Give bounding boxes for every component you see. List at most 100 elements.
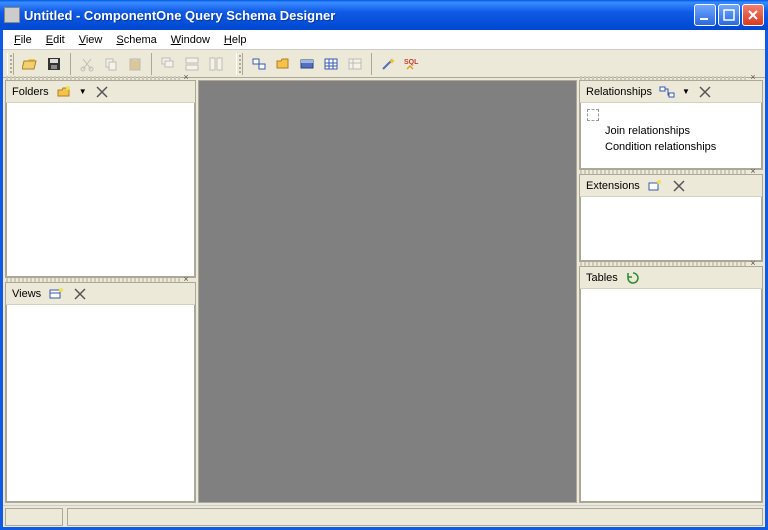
tile-vertical-button[interactable]: [204, 52, 228, 76]
relationship-new-icon: [659, 84, 675, 100]
sql-button[interactable]: SQL: [400, 52, 424, 76]
tables-panel: × Tables: [579, 266, 763, 503]
view-new-icon: [48, 286, 64, 302]
status-cell-1: [5, 508, 63, 526]
folders-body[interactable]: [6, 103, 195, 277]
menu-window[interactable]: Window: [164, 30, 217, 49]
svg-text:SQL: SQL: [404, 59, 419, 66]
left-column: × Folders ▼ × Views: [3, 78, 198, 505]
panel-grip[interactable]: [6, 278, 181, 282]
cascade-button[interactable]: [156, 52, 180, 76]
menu-view[interactable]: View: [72, 30, 110, 49]
toolbar-separator: [371, 53, 372, 75]
paste-icon: [127, 56, 143, 72]
relationships-body[interactable]: Join relationships Condition relationshi…: [580, 103, 762, 169]
folders-dropdown[interactable]: ▼: [79, 87, 87, 96]
maximize-button[interactable]: [718, 4, 740, 26]
copy-button[interactable]: [99, 52, 123, 76]
db-icon: [299, 56, 315, 72]
folders-delete-button[interactable]: [93, 83, 111, 101]
tree-root[interactable]: [587, 107, 755, 123]
views-body[interactable]: [6, 305, 195, 502]
tables-label: Tables: [586, 272, 618, 284]
menu-edit[interactable]: Edit: [39, 30, 72, 49]
tree-node-condition[interactable]: Condition relationships: [605, 139, 755, 155]
menu-bar: File Edit View Schema Window Help: [3, 30, 765, 50]
window-buttons: [694, 4, 764, 26]
relationships-add-button[interactable]: [658, 83, 676, 101]
folders-add-button[interactable]: [55, 83, 73, 101]
relationships-dropdown[interactable]: ▼: [682, 87, 690, 96]
extensions-body[interactable]: [580, 197, 762, 261]
delete-icon: [94, 84, 110, 100]
tables-header: Tables: [580, 267, 762, 289]
extensions-panel: × Extensions: [579, 174, 763, 262]
views-delete-button[interactable]: [71, 285, 89, 303]
schema-btn-4[interactable]: [319, 52, 343, 76]
toolbar-grip[interactable]: [236, 53, 243, 75]
extensions-delete-button[interactable]: [670, 177, 688, 195]
delete-icon: [72, 286, 88, 302]
views-add-button[interactable]: [47, 285, 65, 303]
folders-label: Folders: [12, 86, 49, 98]
window-title: Untitled - ComponentOne Query Schema Des…: [24, 8, 694, 23]
relationships-delete-button[interactable]: [696, 83, 714, 101]
delete-icon: [697, 84, 713, 100]
schema-btn-3[interactable]: [295, 52, 319, 76]
tree-root-icon: [587, 109, 599, 121]
toolbar: SQL: [3, 50, 765, 78]
extensions-header: Extensions: [580, 175, 762, 197]
tile-v-icon: [208, 56, 224, 72]
grid-icon: [323, 56, 339, 72]
close-button[interactable]: [742, 4, 764, 26]
tables-refresh-button[interactable]: [624, 269, 642, 287]
save-button[interactable]: [42, 52, 66, 76]
wizard-button[interactable]: [376, 52, 400, 76]
panel-grip[interactable]: [6, 76, 181, 80]
extension-new-icon: [647, 178, 663, 194]
tile-h-icon: [184, 56, 200, 72]
copy-icon: [103, 56, 119, 72]
folder-schema-icon: [275, 56, 291, 72]
table-multi-icon: [251, 56, 267, 72]
sql-icon: SQL: [404, 56, 420, 72]
folder-new-icon: [56, 84, 72, 100]
panel-grip[interactable]: [580, 76, 748, 80]
refresh-icon: [625, 270, 641, 286]
toolbar-separator: [70, 53, 71, 75]
status-bar: [3, 505, 765, 527]
relationships-panel: × Relationships ▼ Join relationships C: [579, 80, 763, 170]
scissors-icon: [79, 56, 95, 72]
folders-header: Folders ▼: [6, 81, 195, 103]
menu-file[interactable]: File: [7, 30, 39, 49]
paste-button[interactable]: [123, 52, 147, 76]
panel-grip[interactable]: [580, 170, 748, 174]
views-panel: × Views: [5, 282, 196, 503]
relationships-label: Relationships: [586, 86, 652, 98]
schema-btn-2[interactable]: [271, 52, 295, 76]
views-label: Views: [12, 288, 41, 300]
floppy-icon: [46, 56, 62, 72]
schema-btn-1[interactable]: [247, 52, 271, 76]
extensions-add-button[interactable]: [646, 177, 664, 195]
tables-body[interactable]: [580, 289, 762, 502]
tree-node-join[interactable]: Join relationships: [605, 123, 755, 139]
title-bar: Untitled - ComponentOne Query Schema Des…: [0, 0, 768, 30]
toolbar-grip[interactable]: [7, 53, 14, 75]
menu-schema[interactable]: Schema: [109, 30, 163, 49]
grid2-icon: [347, 56, 363, 72]
status-cell-2: [67, 508, 763, 526]
minimize-button[interactable]: [694, 4, 716, 26]
schema-btn-5[interactable]: [343, 52, 367, 76]
mdi-area[interactable]: [198, 80, 577, 503]
panel-grip[interactable]: [580, 262, 748, 266]
tree-node-label: Condition relationships: [605, 141, 716, 153]
toolbar-separator: [151, 53, 152, 75]
right-column: × Relationships ▼ Join relationships C: [577, 78, 765, 505]
views-header: Views: [6, 283, 195, 305]
cut-button[interactable]: [75, 52, 99, 76]
menu-help[interactable]: Help: [217, 30, 254, 49]
relationships-tree: Join relationships Condition relationshi…: [581, 103, 761, 159]
open-button[interactable]: [18, 52, 42, 76]
extensions-label: Extensions: [586, 180, 640, 192]
